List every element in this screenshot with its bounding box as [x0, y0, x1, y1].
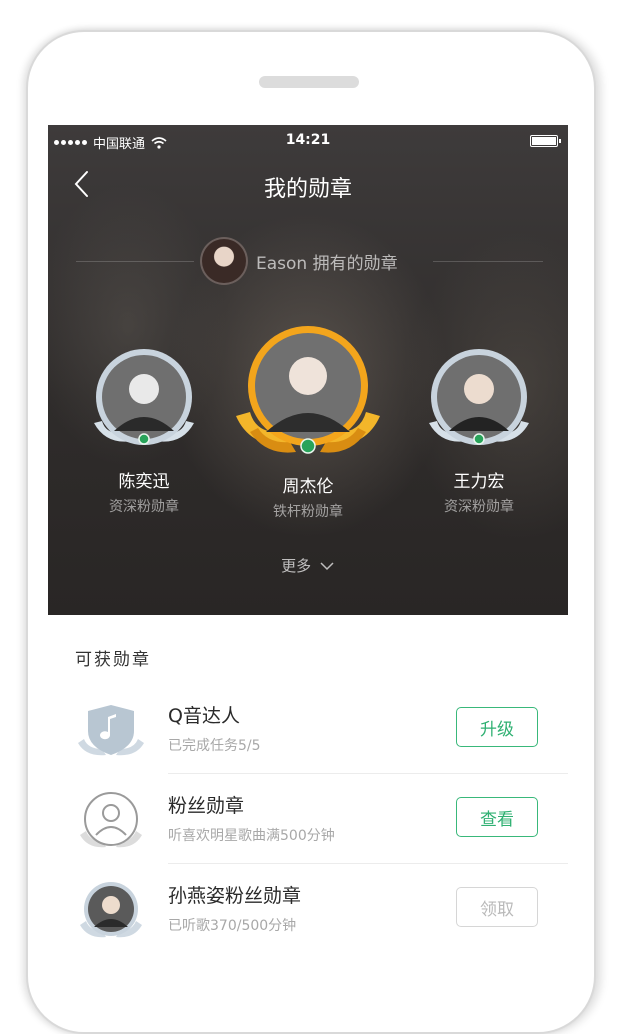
fan-badge-avatar-icon	[80, 882, 142, 938]
badge-chenyixun[interactable]: 陈奕迅 资深粉勋章	[84, 345, 204, 516]
status-time: 14:21	[285, 132, 331, 148]
item-subtitle: 听喜欢明星歌曲满500分钟	[168, 828, 335, 844]
claim-button[interactable]: 领取	[456, 887, 538, 927]
list-item: 孙燕姿粉丝勋章 已听歌370/500分钟 领取	[48, 865, 568, 955]
more-button[interactable]: 更多	[48, 555, 568, 576]
owner-label: Eason 拥有的勋章	[256, 254, 398, 274]
battery-icon	[530, 135, 561, 147]
list-item: 粉丝勋章 听喜欢明星歌曲满500分钟 查看	[48, 775, 568, 865]
available-badges-title: 可获勋章	[75, 650, 151, 670]
badge-zhoujielun[interactable]: 周杰伦 铁杆粉勋章	[230, 320, 386, 521]
chevron-down-icon	[320, 562, 334, 571]
view-button[interactable]: 查看	[456, 797, 538, 837]
list-item: Q音达人 已完成任务5/5 升级	[48, 685, 568, 775]
page-title: 我的勋章	[263, 177, 352, 202]
item-subtitle: 已听歌370/500分钟	[168, 918, 297, 934]
gold-badge-icon	[236, 326, 380, 454]
app-screen: 中国联通 14:21 我的勋章 Eason 拥有的勋章 陈奕迅 资深粉勋章 周杰…	[48, 125, 568, 985]
badge-wanglihong[interactable]: 王力宏 资深粉勋章	[419, 345, 539, 516]
more-label: 更多	[281, 557, 312, 575]
silver-badge-icon	[429, 349, 529, 445]
badge-level: 铁杆粉勋章	[273, 504, 343, 520]
badge-name: 陈奕迅	[118, 472, 170, 492]
badge-level: 资深粉勋章	[109, 499, 179, 515]
silver-badge-icon	[94, 349, 194, 445]
divider	[168, 773, 568, 774]
phone-speaker	[259, 76, 359, 88]
owner-row: Eason 拥有的勋章	[48, 235, 568, 285]
divider-left	[76, 261, 194, 262]
owner-avatar	[200, 237, 248, 285]
item-title: 孙燕姿粉丝勋章	[168, 885, 302, 907]
user-badge-icon	[80, 792, 142, 848]
item-title: 粉丝勋章	[168, 795, 245, 817]
item-title: Q音达人	[168, 705, 240, 727]
upgrade-button[interactable]: 升级	[456, 707, 538, 747]
badge-name: 王力宏	[453, 472, 505, 492]
status-bar: 中国联通 14:21	[48, 125, 568, 155]
divider-right	[433, 261, 543, 262]
music-shield-icon	[78, 705, 144, 756]
divider	[168, 863, 568, 864]
badge-name: 周杰伦	[282, 477, 334, 497]
badge-level: 资深粉勋章	[444, 499, 514, 515]
item-subtitle: 已完成任务5/5	[168, 738, 261, 754]
badge-hero: 中国联通 14:21 我的勋章 Eason 拥有的勋章 陈奕迅 资深粉勋章 周杰…	[48, 125, 568, 615]
